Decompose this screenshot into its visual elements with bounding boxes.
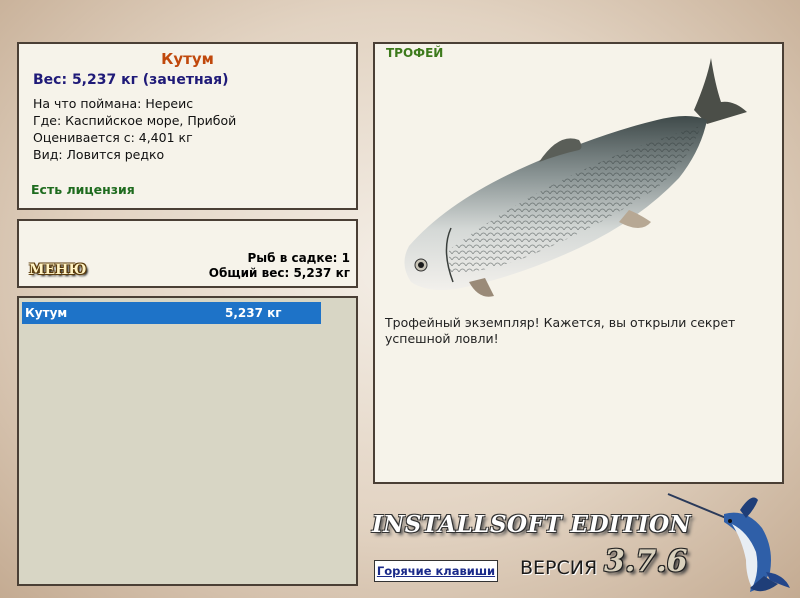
species-status-info: Вид: Ловится редко: [33, 147, 165, 162]
menu-button[interactable]: МЕНЮ: [29, 262, 86, 278]
fish-kutum-icon: [404, 58, 747, 297]
total-weight: Общий вес: 5,237 кг: [208, 266, 350, 280]
trophy-panel: ТРОФЕЙ Трофейный экземпляр! Кажется, вы …: [373, 42, 784, 484]
cage-list: Кутум 5,237 кг: [17, 296, 358, 586]
valued-from-info: Оценивается с: 4,401 кг: [33, 130, 193, 145]
fish-count: Рыб в садке: 1: [247, 251, 351, 265]
location-info: Где: Каспийское море, Прибой: [33, 113, 237, 128]
cage-summary-panel: МЕНЮ Рыб в садке: 1 Общий вес: 5,237 кг: [17, 219, 358, 288]
list-item-name: Кутум: [25, 306, 68, 320]
trophy-message: Трофейный экземпляр! Кажется, вы открыли…: [385, 315, 736, 346]
list-item[interactable]: Кутум 5,237 кг: [22, 302, 321, 324]
license-status: Есть лицензия: [31, 182, 135, 197]
bait-info: На что поймана: Нереис: [33, 96, 194, 111]
version-label: ВЕРСИЯ: [520, 557, 598, 579]
fish-info-panel: Кутум Вес: 5,237 кг (зачетная) На что по…: [17, 42, 358, 210]
fish-weight: Вес: 5,237 кг (зачетная): [33, 72, 229, 88]
marlin-logo-icon: [667, 493, 790, 592]
hotkeys-button[interactable]: Горячие клавиши: [374, 560, 498, 582]
list-item-weight: 5,237 кг: [225, 306, 282, 320]
edition-title: INSTALLSOFT EDITION: [372, 511, 692, 538]
fish-name: Кутум: [161, 50, 214, 68]
